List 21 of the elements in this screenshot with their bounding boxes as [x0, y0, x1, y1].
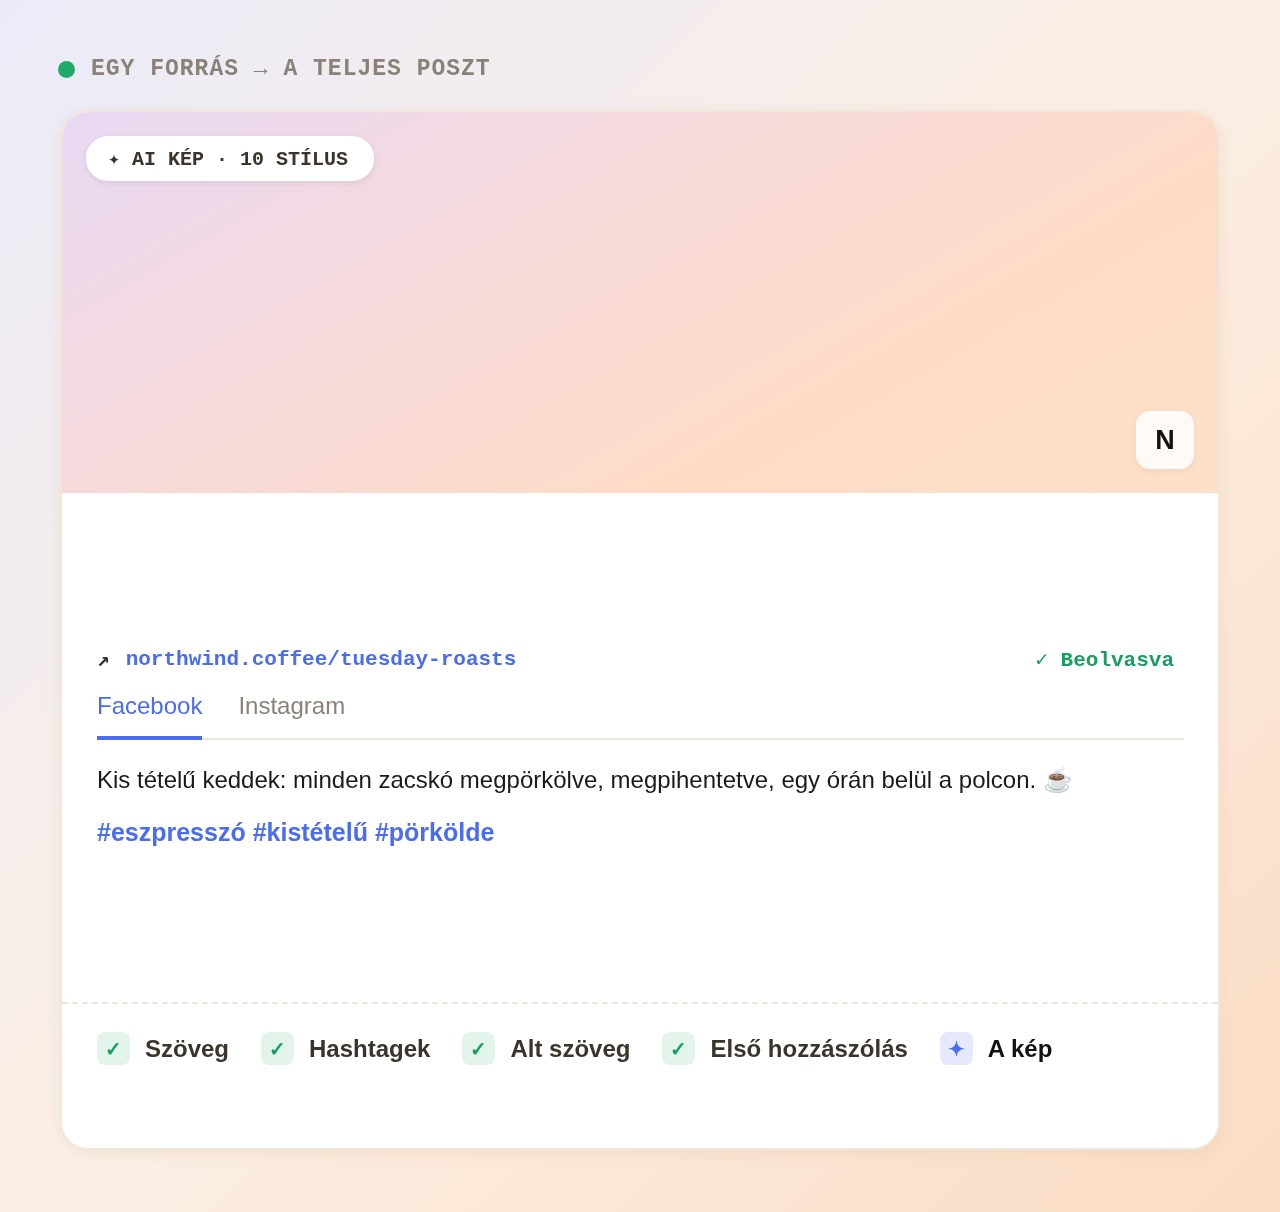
- check-icon: ✓: [261, 1032, 295, 1065]
- ai-image-badge: ✦ AI KÉP · 10 STÍLUS: [86, 136, 375, 181]
- sparkle-icon: ✦: [939, 1032, 973, 1065]
- status-dot: [58, 60, 75, 78]
- check-icon: ✓: [662, 1032, 696, 1065]
- check-icon: ✓: [97, 1032, 130, 1065]
- hashtags: #eszpresszó #kistételű #pörkölde: [97, 818, 496, 847]
- import-status: ✓ Beolvasva: [1035, 648, 1174, 672]
- check-icon: ✓: [462, 1032, 496, 1065]
- platform-tab[interactable]: Facebook: [97, 690, 203, 740]
- section-title: EGY FORRÁS → A TELJES POSZT: [91, 56, 491, 82]
- post-text: Kis tételű keddek: minden zacskó megpörkölve, megpihentetve, egy órán belül a polcon. ☕: [97, 765, 1074, 795]
- checklist-label: Alt szöveg: [510, 1034, 631, 1063]
- checklist-label: Szöveg: [145, 1034, 230, 1063]
- checklist-label: A kép: [987, 1034, 1053, 1063]
- checklist-label: Első hozzászólás: [710, 1034, 908, 1063]
- external-link-icon: ↗: [97, 647, 110, 672]
- checklist-label: Hashtagek: [309, 1034, 431, 1063]
- brand-logo: N: [1136, 411, 1194, 469]
- platform-tab[interactable]: Instagram: [238, 690, 346, 740]
- source-link[interactable]: northwind.coffee/tuesday-roasts: [125, 648, 517, 671]
